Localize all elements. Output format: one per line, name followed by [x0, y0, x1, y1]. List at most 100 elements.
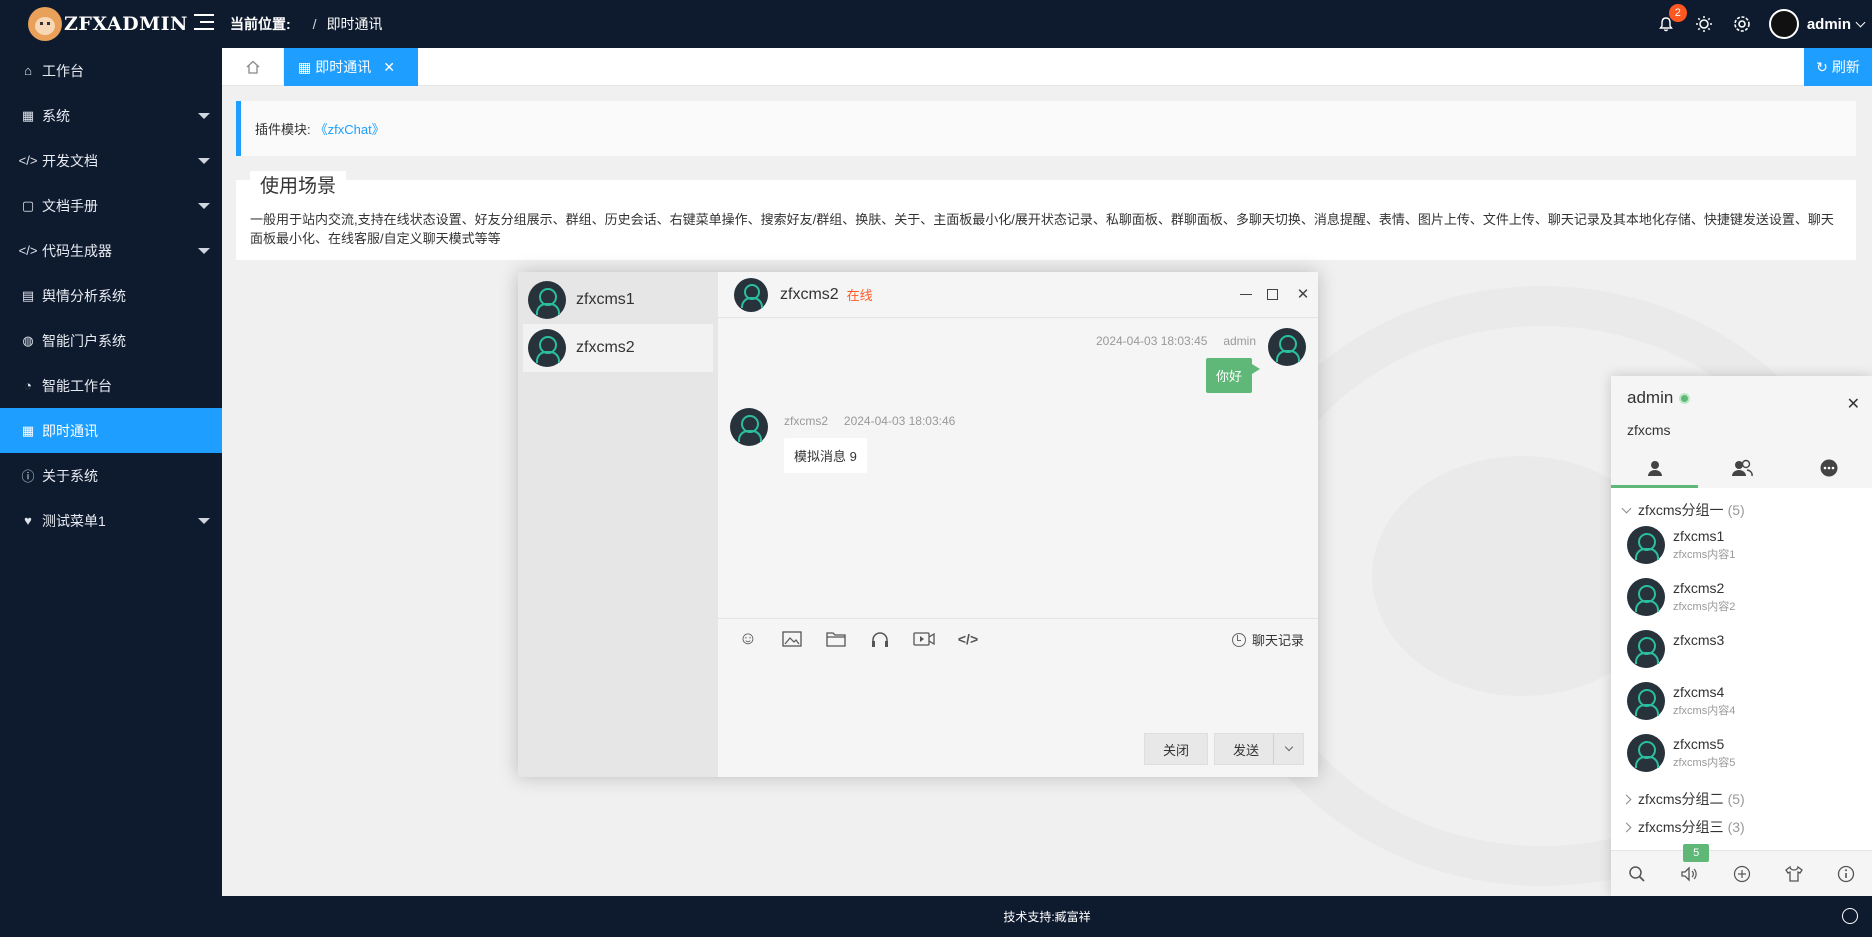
home-icon: ⌂ — [24, 63, 32, 78]
send-button[interactable]: 发送 — [1213, 733, 1304, 765]
add-button[interactable] — [1715, 865, 1767, 883]
logo-text: ZFXADMIN — [64, 13, 188, 35]
chat-session-list: zfxcms1 zfxcms2 — [518, 272, 718, 777]
logo[interactable]: ZFXADMIN — [0, 0, 222, 48]
theme-toggle[interactable] — [1693, 13, 1715, 35]
image-upload-button[interactable] — [780, 627, 804, 651]
code-button[interactable]: </> — [956, 627, 980, 651]
user-avatar[interactable] — [1768, 9, 1799, 39]
send-options-dropdown[interactable] — [1273, 734, 1303, 764]
menu-toggle-icon[interactable] — [194, 14, 214, 32]
chat-launcher-icon[interactable] — [1842, 908, 1858, 924]
chat-session-item[interactable]: zfxcms2 — [523, 324, 713, 372]
online-status-dot[interactable] — [1679, 392, 1691, 404]
avatar — [1627, 578, 1665, 616]
page-footer: 技术支持:臧富祥 — [222, 896, 1872, 937]
friend-group[interactable]: zfxcms分组一 (5) — [1621, 500, 1745, 520]
friend-group[interactable]: zfxcms分组三 (3) — [1621, 817, 1745, 837]
sidebar-item-manual[interactable]: ▢ 文档手册 — [0, 183, 222, 228]
friend-item[interactable]: zfxcms1 zfxcms内容1 — [1627, 524, 1867, 564]
users-icon — [1731, 459, 1753, 477]
notice-label: 插件模块: — [255, 122, 311, 137]
plus-circle-icon — [1733, 865, 1750, 882]
panel-close-icon[interactable]: ✕ — [1847, 394, 1860, 414]
friend-signature: zfxcms内容5 — [1673, 757, 1736, 769]
heart-icon: ♥ — [24, 513, 32, 528]
refresh-label: 刷新 — [1831, 59, 1860, 75]
friend-item[interactable]: zfxcms4 zfxcms内容4 — [1627, 680, 1867, 720]
plugin-link[interactable]: 《zfxChat》 — [315, 119, 385, 138]
speaker-icon — [1681, 865, 1697, 882]
sidebar-item-im[interactable]: ▦ 即时通讯 — [0, 408, 222, 453]
tab-history[interactable] — [1785, 448, 1872, 488]
video-button[interactable] — [912, 627, 936, 651]
about-button[interactable] — [1820, 865, 1872, 883]
close-icon[interactable]: ✕ — [383, 59, 395, 76]
avatar — [528, 281, 566, 319]
sidebar-item-smart-workbench[interactable]: ◔ 智能工作台 — [0, 363, 222, 408]
code-icon: </> — [957, 630, 979, 647]
chevron-down-icon — [1621, 503, 1632, 513]
sidebar-item-workbench[interactable]: ⌂ 工作台 — [0, 48, 222, 93]
friend-item[interactable]: zfxcms2 zfxcms内容2 — [1627, 576, 1867, 616]
header-actions: 2 admin — [1639, 0, 1866, 48]
friend-group[interactable]: zfxcms分组二 (5) — [1621, 789, 1745, 809]
chat-window: zfxcms1 zfxcms2 zfxcms2 在线 ✕ 2024-04-03 … — [518, 272, 1318, 777]
close-chat-button[interactable]: 关闭 — [1143, 733, 1208, 765]
friend-name: zfxcms2 — [1673, 580, 1725, 596]
message-input[interactable] — [718, 658, 1318, 728]
tab-groups[interactable] — [1698, 448, 1785, 488]
caret-down-icon — [198, 248, 210, 254]
close-button[interactable]: ✕ — [1290, 286, 1310, 303]
sidebar-item-test-menu[interactable]: ♥ 测试菜单1 — [0, 498, 222, 543]
audio-button[interactable] — [868, 627, 892, 651]
usage-text: 一般用于站内交流,支持在线状态设置、好友分组展示、群组、历史会话、右键菜单操作、… — [250, 212, 1834, 246]
message-theirs: zfxcms2 2024-04-03 18:03:46 模拟消息 9 — [730, 408, 1030, 488]
smile-icon: ☺ — [738, 628, 758, 648]
caret-down-icon — [198, 518, 210, 524]
chat-session-item[interactable]: zfxcms1 — [523, 276, 713, 324]
top-header: 当前位置: / 即时通讯 2 admin — [222, 0, 1872, 48]
tab-home[interactable] — [222, 48, 284, 86]
minimize-button[interactable] — [1238, 286, 1254, 302]
file-upload-button[interactable] — [824, 627, 848, 651]
user-icon — [1647, 461, 1662, 476]
search-button[interactable] — [1611, 865, 1663, 883]
chevron-down-icon — [1284, 742, 1293, 752]
message-bubble: 你好 — [1205, 358, 1261, 393]
chat-actions: 关闭 发送 — [1138, 733, 1304, 765]
sidebar-item-label: 开发文档 — [42, 152, 98, 169]
code-icon: </> — [18, 153, 38, 168]
sidebar-item-system[interactable]: ▦ 系统 — [0, 93, 222, 138]
sidebar-item-label: 舆情分析系统 — [42, 287, 126, 304]
tab-friends[interactable] — [1611, 448, 1698, 488]
tab-bar: ▦ 即时通讯 ✕ ↻ 刷新 — [222, 48, 1872, 86]
history-label: 聊天记录 — [1251, 633, 1304, 648]
chat-history-button[interactable]: 聊天记录 — [1231, 630, 1304, 649]
friend-item[interactable]: zfxcms5 zfxcms内容5 — [1627, 732, 1867, 772]
sidebar-item-label: 智能门户系统 — [42, 332, 126, 349]
sidebar-item-portal[interactable]: ◍ 智能门户系统 — [0, 318, 222, 363]
sidebar-item-dev-docs[interactable]: </> 开发文档 — [0, 138, 222, 183]
skin-button[interactable] — [1768, 865, 1820, 883]
refresh-button[interactable]: ↻ 刷新 — [1804, 48, 1872, 86]
panel-signature[interactable]: zfxcms — [1627, 422, 1671, 438]
maximize-button[interactable] — [1264, 286, 1280, 302]
header-username[interactable]: admin — [1807, 16, 1851, 33]
chevron-down-icon[interactable] — [1855, 17, 1866, 27]
window-controls: ✕ — [1228, 286, 1310, 303]
notification-bell[interactable]: 2 — [1655, 4, 1687, 35]
emoji-button[interactable]: ☺ — [736, 627, 760, 651]
friend-item[interactable]: zfxcms3 — [1627, 628, 1867, 668]
sidebar-item-about[interactable]: ⓘ 关于系统 — [0, 453, 222, 498]
message-box-button[interactable]: 5 — [1663, 843, 1715, 883]
clock-icon — [1231, 632, 1246, 647]
sidebar-item-code-generator[interactable]: </> 代码生成器 — [0, 228, 222, 273]
tab-im[interactable]: ▦ 即时通讯 ✕ — [284, 48, 418, 86]
sidebar-item-sentiment[interactable]: ▤ 舆情分析系统 — [0, 273, 222, 318]
im-main-panel: admin ✕ zfxcms zfxcms分组一 (5) zfxcms1 zfx… — [1611, 376, 1872, 896]
settings-button[interactable] — [1731, 13, 1753, 35]
friend-name: zfxcms4 — [1673, 684, 1725, 700]
friend-name: zfxcms5 — [1673, 736, 1725, 752]
tab-label: 即时通讯 — [315, 59, 372, 75]
